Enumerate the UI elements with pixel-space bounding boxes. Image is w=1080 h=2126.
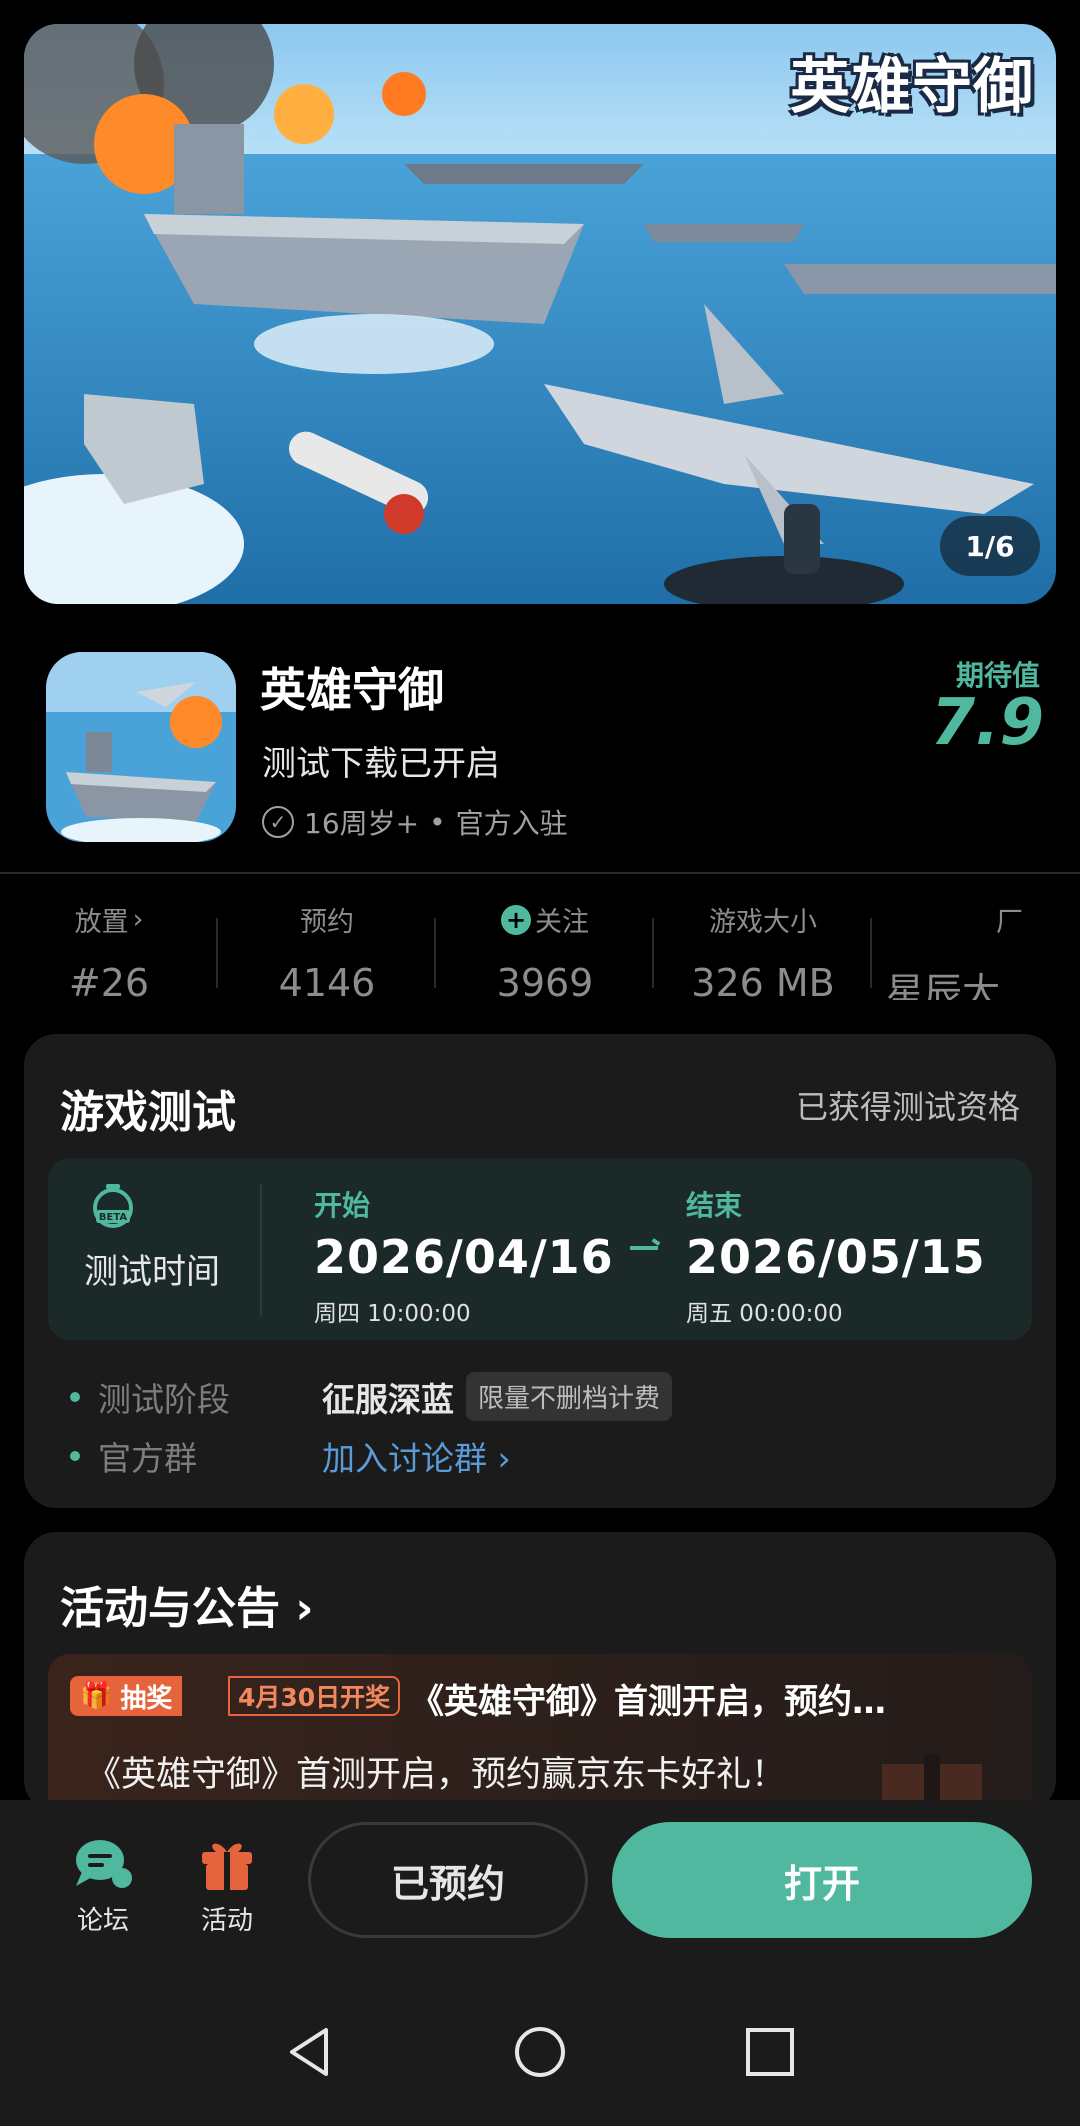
- age-rating: 16周岁+: [304, 807, 420, 840]
- stat-label: 放置: [74, 907, 129, 938]
- stat-size: 游戏大小 326 MB: [654, 900, 872, 1005]
- end-time: 结束 2026/05/15 周五 00:00:00: [686, 1184, 986, 1328]
- arrow-right-icon: [630, 1246, 658, 1250]
- stat-reservations: 预约 4146: [218, 900, 436, 1005]
- page-indicator: 1/6: [940, 516, 1040, 576]
- activity-body: 《英雄守御》首测开启，预约赢京东卡好礼！: [86, 1755, 787, 1795]
- join-group-link[interactable]: 加入讨论群 ›: [322, 1432, 511, 1480]
- stat-developer[interactable]: 厂 星辰大: [872, 900, 1080, 1000]
- group-key: 官方群: [98, 1439, 197, 1478]
- check-icon: ✓: [262, 806, 294, 838]
- stat-label: 游戏大小: [709, 907, 817, 938]
- test-phase-row: 测试阶段 征服深蓝 限量不删档计费: [70, 1372, 673, 1421]
- end-label: 结束: [686, 1189, 743, 1222]
- start-label: 开始: [314, 1189, 371, 1222]
- forum-button[interactable]: 论坛: [58, 1834, 148, 1937]
- home-circle-icon[interactable]: [512, 2024, 568, 2080]
- forum-label: 论坛: [76, 1906, 129, 1936]
- meta-separator: •: [429, 805, 446, 839]
- stat-value: 3969: [496, 961, 594, 1005]
- gift-icon: 🎁: [80, 1681, 113, 1711]
- bullet-dot: [70, 1451, 80, 1461]
- lottery-date-badge: 4月30日开奖: [228, 1676, 401, 1716]
- bottom-action-bar: 论坛 活动 已预约 打开: [0, 1800, 1080, 2126]
- chevron-right-icon: ›: [132, 904, 144, 935]
- start-date: 2026/04/16: [314, 1230, 614, 1284]
- start-time: 开始 2026/04/16 周四 10:00:00: [314, 1184, 614, 1328]
- app-icon: [46, 652, 236, 842]
- gift-icon: [202, 1843, 252, 1890]
- reserved-button[interactable]: 已预约: [308, 1822, 588, 1938]
- event-label: 活动: [200, 1906, 253, 1936]
- open-button[interactable]: 打开: [612, 1822, 1032, 1938]
- app-name: 英雄守御: [260, 663, 444, 717]
- start-weekday-time: 周四 10:00:00: [314, 1301, 471, 1327]
- screenshot-carousel[interactable]: 英雄守御 1/6: [24, 24, 1056, 604]
- gift-watermark-icon: [882, 1754, 982, 1812]
- activity-title-link[interactable]: 活动与公告 ›: [60, 1572, 313, 1636]
- test-time-box: BETA 测试时间 开始 2026/04/16 周四 10:00:00 结束 2…: [48, 1158, 1032, 1340]
- end-date: 2026/05/15: [686, 1230, 986, 1284]
- stat-value: #26: [68, 961, 150, 1005]
- stat-value: 326 MB: [691, 961, 835, 1005]
- stat-label: 关注: [535, 907, 589, 938]
- test-title: 游戏测试: [60, 1087, 236, 1138]
- stat-label: 预约: [300, 907, 354, 938]
- test-time-label: 测试时间: [84, 1252, 220, 1292]
- forum-chat-icon: [76, 1840, 132, 1888]
- activity-headline: 《英雄守御》首测开启，预约…: [410, 1682, 886, 1722]
- stats-row[interactable]: 放置 › #26 预约 4146 + 关注 3969 游戏大小 326 MB 厂…: [0, 900, 1080, 1005]
- official-label: 官方入驻: [455, 807, 568, 840]
- recents-square-icon[interactable]: [742, 2024, 798, 2080]
- app-meta: ✓ 16周岁+ • 官方入驻: [262, 802, 568, 842]
- stat-follows[interactable]: + 关注 3969: [436, 900, 654, 1005]
- system-navigation-bar: [0, 2000, 1080, 2100]
- divider: [0, 872, 1080, 874]
- end-weekday-time: 周五 00:00:00: [686, 1301, 843, 1327]
- vertical-divider: [260, 1184, 262, 1316]
- activity-item[interactable]: 🎁 抽奖 4月30日开奖 《英雄守御》首测开启，预约… 《英雄守御》首测开启，预…: [48, 1654, 1032, 1812]
- phase-value: 征服深蓝: [322, 1379, 454, 1419]
- test-status: 已获得测试资格: [795, 1088, 1020, 1126]
- phase-tag: 限量不删档计费: [466, 1372, 673, 1421]
- stat-value: 星辰大: [886, 970, 1001, 1000]
- official-group-row: 官方群 加入讨论群 ›: [70, 1432, 511, 1480]
- phase-key: 测试阶段: [98, 1379, 230, 1419]
- bullet-dot: [70, 1391, 80, 1402]
- beta-clock-icon: BETA: [93, 1184, 133, 1228]
- stat-value: 4146: [278, 961, 376, 1005]
- activity-card: 活动与公告 › 🎁 抽奖 4月30日开奖 《英雄守御》首测开启，预约… 《英雄守…: [24, 1532, 1056, 1812]
- lottery-badge-label: 抽奖: [120, 1683, 173, 1714]
- game-test-card: 游戏测试 已获得测试资格 BETA 测试时间 开始 2026/04/16 周四 …: [24, 1034, 1056, 1508]
- event-button[interactable]: 活动: [182, 1834, 272, 1937]
- lottery-badge: 🎁 抽奖: [70, 1676, 183, 1716]
- app-tagline: 测试下载已开启: [262, 744, 500, 784]
- svg-text:BETA: BETA: [99, 1212, 127, 1223]
- expect-score: 7.9: [930, 686, 1044, 760]
- back-triangle-icon[interactable]: [282, 2024, 338, 2080]
- heart-plus-icon: +: [501, 904, 531, 935]
- stat-ranking[interactable]: 放置 › #26: [0, 900, 218, 1005]
- stat-label: 厂: [996, 907, 1023, 938]
- banner-logo: 英雄守御: [790, 52, 1034, 122]
